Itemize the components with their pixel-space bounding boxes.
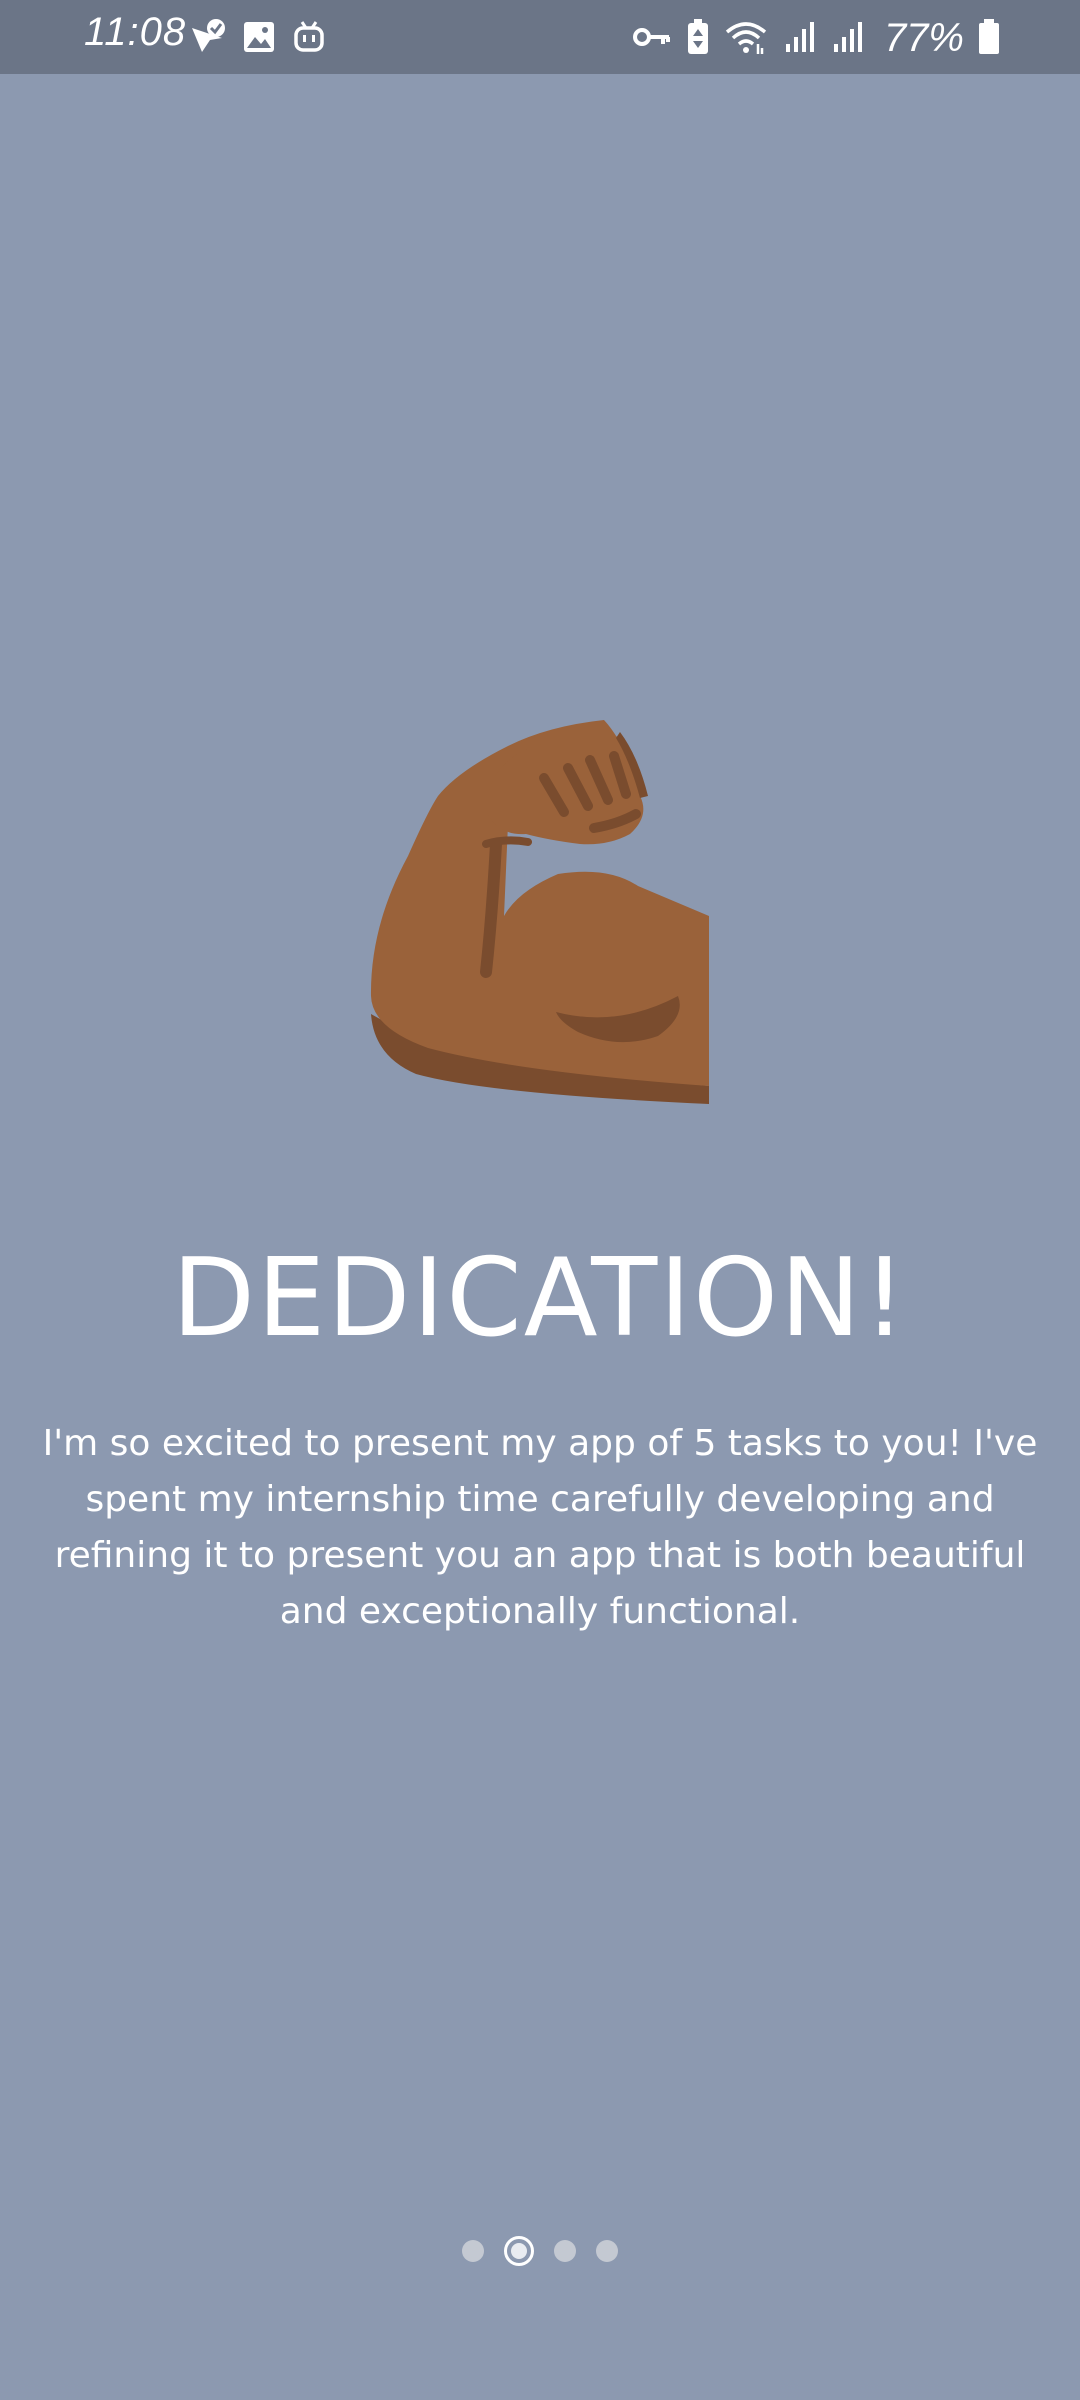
status-right-icons: 77%	[632, 16, 1000, 61]
check-badge-icon	[188, 18, 226, 60]
page-dot-2-active[interactable]	[504, 2236, 534, 2266]
onboarding-description: I'm so excited to present my app of 5 ta…	[42, 1423, 1038, 1632]
status-time: 11:08	[84, 10, 187, 54]
wifi-icon	[724, 18, 768, 60]
battery-saver-icon	[686, 18, 710, 60]
page-dot-4[interactable]	[596, 2240, 618, 2262]
battery-icon	[978, 18, 1000, 59]
robot-icon	[292, 20, 326, 58]
status-bar: 11:08 77%	[0, 0, 1080, 74]
page-indicator	[0, 2236, 1080, 2266]
onboarding-title: DEDICATION!	[171, 1236, 909, 1361]
key-icon	[632, 22, 672, 56]
signal-icon	[782, 20, 816, 58]
status-left-icons	[188, 18, 326, 60]
image-icon	[242, 20, 276, 58]
page-dot-3[interactable]	[554, 2240, 576, 2262]
signal-icon	[830, 20, 864, 58]
flexed-biceps-icon	[370, 720, 709, 1104]
battery-percent: 77%	[883, 16, 964, 60]
page-dot-1[interactable]	[462, 2240, 484, 2262]
hero-illustration	[368, 716, 712, 1116]
